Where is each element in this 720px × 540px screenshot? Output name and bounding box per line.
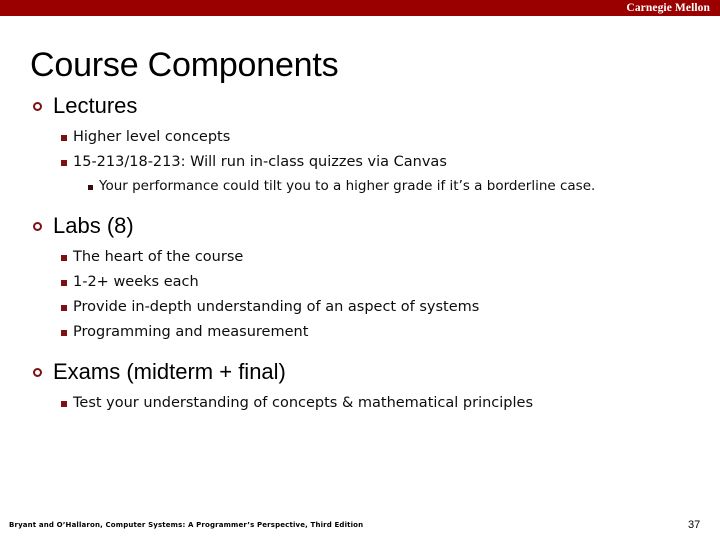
square-bullet-icon: [61, 330, 67, 336]
square-bullet-icon: [61, 255, 67, 261]
list-item-level1: Labs (8): [0, 212, 720, 242]
list-item-label: Labs (8): [53, 213, 134, 238]
hollow-circle-bullet-icon: [33, 102, 42, 111]
list-item-label: Higher level concepts: [73, 129, 231, 145]
list-item-label: Exams (midterm + final): [53, 359, 286, 384]
list-item-label: Provide in-depth understanding of an asp…: [73, 299, 480, 315]
list-item-level2: Test your understanding of concepts & ma…: [0, 392, 720, 417]
hollow-circle-bullet-icon: [33, 368, 42, 377]
page-number: 37: [688, 519, 701, 531]
square-bullet-icon: [61, 305, 67, 311]
list-item-label: 15-213/18-213: Will run in-class quizzes…: [73, 154, 447, 170]
page-title: Course Components: [30, 46, 339, 84]
institution-name: Carnegie Mellon: [626, 2, 710, 14]
list-item-level2: Programming and measurement: [0, 321, 720, 346]
list-item-label: 1-2+ weeks each: [73, 274, 199, 290]
list-item-label: Your performance could tilt you to a hig…: [99, 178, 596, 194]
small-square-bullet-icon: [88, 185, 93, 190]
list-item-label: The heart of the course: [73, 249, 244, 265]
square-bullet-icon: [61, 160, 67, 166]
square-bullet-icon: [61, 280, 67, 286]
square-bullet-icon: [61, 401, 67, 407]
bullet-list: Lectures Higher level concepts 15-213/18…: [0, 92, 720, 417]
list-item-level2: The heart of the course: [0, 246, 720, 271]
list-item-level2: 15-213/18-213: Will run in-class quizzes…: [0, 151, 720, 176]
list-item-level1: Exams (midterm + final): [0, 358, 720, 388]
list-item-level2: Higher level concepts: [0, 126, 720, 151]
top-banner: Carnegie Mellon: [0, 0, 720, 16]
footer-citation: Bryant and O’Hallaron, Computer Systems:…: [9, 521, 364, 529]
list-item-label: Programming and measurement: [73, 324, 309, 340]
square-bullet-icon: [61, 135, 67, 141]
list-item-label: Lectures: [53, 93, 138, 118]
list-item-label: Test your understanding of concepts & ma…: [73, 395, 533, 411]
list-item-level1: Lectures: [0, 92, 720, 122]
hollow-circle-bullet-icon: [33, 222, 42, 231]
list-item-level2: 1-2+ weeks each: [0, 271, 720, 296]
list-item-level2: Provide in-depth understanding of an asp…: [0, 296, 720, 321]
list-item-level3: Your performance could tilt you to a hig…: [0, 176, 720, 200]
